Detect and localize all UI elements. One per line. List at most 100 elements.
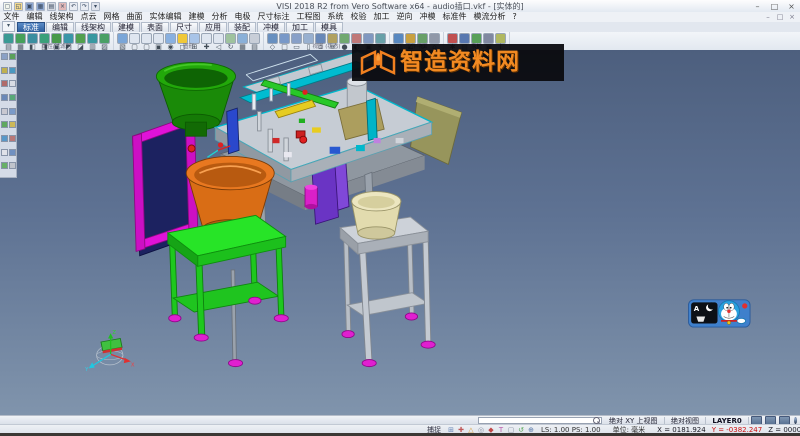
left-tool-icon[interactable] (9, 67, 16, 74)
refresh-icon[interactable]: ↺ (471, 33, 482, 44)
redraw-icon[interactable]: ↻ (225, 33, 236, 44)
maximize-button[interactable]: □ (766, 1, 783, 12)
tab-standard[interactable]: 标准 (17, 22, 45, 32)
left-tool-icon[interactable] (9, 80, 16, 87)
status-sphere-icon[interactable] (794, 417, 797, 424)
tab-press[interactable]: 冲模 (257, 22, 285, 32)
filter-color-icon[interactable]: ◧ (27, 33, 38, 44)
views-icon[interactable]: ▦ (237, 33, 248, 44)
settings-icon[interactable]: ✱ (447, 33, 458, 44)
left-tool-icon[interactable] (1, 94, 8, 101)
toolbar-dropdown-icon[interactable]: ▾ (2, 21, 15, 32)
tab-edit[interactable]: 编辑 (46, 22, 74, 32)
zoom-extents-icon[interactable]: ⊞ (189, 33, 200, 44)
new-file-icon[interactable]: ▢ (3, 2, 12, 11)
menu-item[interactable]: 冲模 (416, 12, 439, 22)
tab-wireframe[interactable]: 线架构 (75, 22, 111, 32)
menu-item[interactable]: 系统 (324, 12, 347, 22)
tab-surface[interactable]: 表面 (141, 22, 169, 32)
menu-item[interactable]: 点云 (77, 12, 100, 22)
mdi-restore-button[interactable]: □ (774, 12, 786, 22)
minimize-button[interactable]: – (749, 1, 766, 12)
group-icon[interactable]: ▣ (363, 33, 374, 44)
tab-modeling[interactable]: 建模 (112, 22, 140, 32)
layers-icon[interactable]: ≡ (327, 33, 338, 44)
left-tool-icon[interactable] (1, 162, 8, 169)
ucs-icon[interactable]: + (375, 33, 386, 44)
filter-face-icon[interactable]: ◩ (63, 33, 74, 44)
view-front-icon[interactable]: ▭ (291, 33, 302, 44)
left-tool-icon[interactable] (1, 53, 8, 60)
menu-item[interactable]: 曲面 (123, 12, 146, 22)
left-tool-icon[interactable] (1, 149, 8, 156)
delete-icon[interactable]: × (58, 2, 67, 11)
visibility-icon[interactable]: ◐ (351, 33, 362, 44)
doraemon-sticker[interactable]: A (688, 300, 750, 327)
left-tool-icon[interactable] (9, 149, 16, 156)
status-icon[interactable]: ● (339, 33, 350, 44)
info-icon[interactable]: i (495, 33, 506, 44)
redo-icon[interactable]: ↷ (80, 2, 89, 11)
left-tool-icon[interactable] (9, 162, 16, 169)
mdi-close-button[interactable]: × (786, 12, 798, 22)
menu-item[interactable]: 实体编辑 (146, 12, 185, 22)
tab-assembly[interactable]: 装配 (228, 22, 256, 32)
left-tool-icon[interactable] (9, 135, 16, 142)
zoom-window-icon[interactable]: ◻ (177, 33, 188, 44)
menu-item[interactable]: 线架构 (46, 12, 77, 22)
filter-edge-icon[interactable]: ◪ (75, 33, 86, 44)
view-top-icon[interactable]: □ (279, 33, 290, 44)
window-icon[interactable]: ▣ (483, 33, 494, 44)
shade-icon[interactable]: ▧ (117, 33, 128, 44)
tab-machining[interactable]: 加工 (286, 22, 314, 32)
shade-edges-icon[interactable]: ▣ (153, 33, 164, 44)
pan-icon[interactable]: ✚ (201, 33, 212, 44)
menu-item[interactable]: 工程图 (293, 12, 324, 22)
left-tool-icon[interactable] (9, 53, 16, 60)
database-icon[interactable]: ▤ (459, 33, 470, 44)
menu-item[interactable]: 编辑 (23, 12, 46, 22)
view-iso-icon[interactable]: ◇ (267, 33, 278, 44)
tab-mould[interactable]: 模具 (315, 22, 343, 32)
open-file-icon[interactable]: ◱ (14, 2, 23, 11)
workplane-reset-icon[interactable]: ⌂ (429, 33, 440, 44)
menu-item[interactable]: 模流分析 (470, 12, 509, 22)
menu-item[interactable]: ? (509, 12, 520, 22)
view-side-icon[interactable]: ▯ (303, 33, 314, 44)
command-search-box[interactable] (478, 417, 602, 424)
menu-item[interactable]: 加工 (370, 12, 393, 22)
filter-layer-icon[interactable]: ▦ (15, 33, 26, 44)
menu-item[interactable]: 电极 (231, 12, 254, 22)
menu-item[interactable]: 建模 (185, 12, 208, 22)
left-tool-icon[interactable] (9, 121, 16, 128)
left-tool-icon[interactable] (1, 80, 8, 87)
tab-dimension[interactable]: 尺寸 (170, 22, 198, 32)
left-tool-icon[interactable] (1, 67, 8, 74)
hidden-line-icon[interactable]: ▢ (141, 33, 152, 44)
menu-item[interactable]: 分析 (208, 12, 231, 22)
workplane-icon[interactable]: ◫ (393, 33, 404, 44)
close-button[interactable]: × (783, 1, 800, 12)
left-tool-icon[interactable] (9, 108, 16, 115)
search-input[interactable] (479, 418, 593, 423)
previous-view-icon[interactable]: ◁ (213, 33, 224, 44)
tab-application[interactable]: 应用 (199, 22, 227, 32)
dynamic-rotate-icon[interactable]: ◉ (165, 33, 176, 44)
mdi-minimize-button[interactable]: – (762, 12, 774, 22)
workplane-align-icon[interactable]: ∠ (405, 33, 416, 44)
left-tool-icon[interactable] (1, 108, 8, 115)
workplane-rotate-icon[interactable]: ↻ (417, 33, 428, 44)
menu-item[interactable]: 逆向 (393, 12, 416, 22)
menu-item[interactable]: 校验 (347, 12, 370, 22)
print-preview-icon[interactable]: ▤ (249, 33, 260, 44)
undo-icon[interactable]: ↶ (69, 2, 78, 11)
left-tool-icon[interactable] (1, 121, 8, 128)
filter-wire-icon[interactable]: ▨ (99, 33, 110, 44)
filter-type-icon[interactable]: ◨ (39, 33, 50, 44)
print-icon[interactable]: ▤ (47, 2, 56, 11)
save-all-icon[interactable]: ▦ (36, 2, 45, 11)
left-tool-icon[interactable] (1, 135, 8, 142)
menu-item[interactable]: 标准件 (439, 12, 470, 22)
customize-icon[interactable]: ▾ (91, 2, 100, 11)
view-back-icon[interactable]: ▫ (315, 33, 326, 44)
